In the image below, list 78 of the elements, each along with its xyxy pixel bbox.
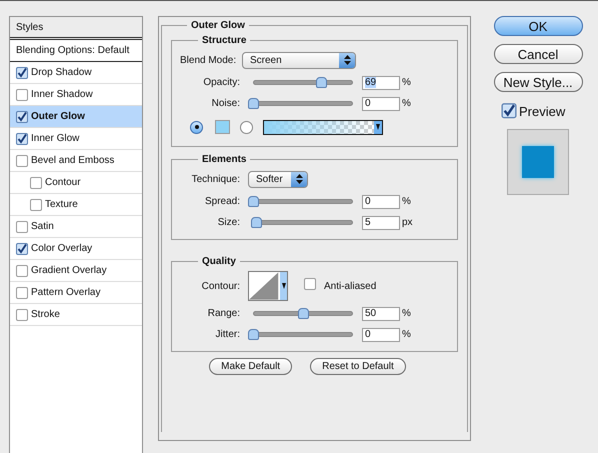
slider-thumb[interactable] xyxy=(250,217,262,228)
stepper-icon xyxy=(339,52,355,68)
checkbox[interactable] xyxy=(16,264,28,276)
contour-picker[interactable] xyxy=(248,271,288,301)
group-title: Quality xyxy=(201,255,237,269)
style-item[interactable]: Gradient Overlay xyxy=(10,260,142,282)
checkbox[interactable] xyxy=(16,220,28,232)
action-button[interactable]: Reset to Default xyxy=(310,358,406,375)
checkbox[interactable] xyxy=(16,66,28,78)
preview-swatch xyxy=(522,146,554,178)
style-item[interactable]: Contour xyxy=(10,172,142,194)
checkbox[interactable] xyxy=(16,308,28,320)
style-item[interactable]: Bevel and Emboss xyxy=(10,150,142,172)
dropdown[interactable]: Softer xyxy=(248,170,308,188)
field-label: Opacity: xyxy=(202,76,241,90)
caret-icon xyxy=(374,120,382,134)
unit-label: % xyxy=(402,195,411,209)
section-title: Outer Glow xyxy=(190,19,246,33)
number-field[interactable]: 50 xyxy=(362,306,400,320)
style-item[interactable]: Outer Glow xyxy=(10,106,142,128)
field-label: Blend Mode: xyxy=(180,54,238,68)
radio-button[interactable] xyxy=(190,120,203,134)
checkbox[interactable] xyxy=(16,242,28,254)
unit-label: % xyxy=(402,97,411,111)
field-label: Jitter: xyxy=(214,328,241,342)
field-label: Technique: xyxy=(190,172,241,186)
group-title: Elements xyxy=(201,153,248,167)
unit-label: % xyxy=(402,76,411,90)
style-item[interactable]: Blending Options: Default xyxy=(10,40,142,62)
gradient-picker[interactable] xyxy=(263,120,383,134)
checkbox[interactable] xyxy=(502,103,516,118)
radio-button[interactable] xyxy=(240,120,253,134)
action-button[interactable]: OK xyxy=(494,16,582,36)
unit-label: px xyxy=(402,216,413,230)
unit-label: % xyxy=(402,328,411,342)
slider-thumb[interactable] xyxy=(248,329,259,340)
action-button[interactable]: Cancel xyxy=(494,44,582,64)
style-item[interactable]: Pattern Overlay xyxy=(10,282,142,304)
style-item[interactable]: Satin xyxy=(10,216,142,238)
field-label: Range: xyxy=(206,307,241,321)
field-label: Noise: xyxy=(210,97,241,111)
slider-thumb[interactable] xyxy=(248,196,259,207)
panel-header: Styles xyxy=(10,17,142,40)
field-label: Spread: xyxy=(204,195,241,209)
field-label: Size: xyxy=(216,216,241,230)
slider-thumb[interactable] xyxy=(298,308,308,319)
stepper-icon xyxy=(291,172,307,186)
checkbox[interactable] xyxy=(30,198,42,210)
number-field[interactable]: 5 xyxy=(362,216,400,230)
style-item[interactable]: Color Overlay xyxy=(10,238,142,260)
checkbox[interactable] xyxy=(16,88,28,100)
checkbox-label: Preview xyxy=(519,103,566,122)
checkbox[interactable] xyxy=(16,286,28,298)
number-field[interactable]: 0 xyxy=(362,96,400,110)
checkbox[interactable] xyxy=(16,110,28,122)
caret-icon xyxy=(280,272,287,300)
slider-thumb[interactable] xyxy=(248,98,259,109)
style-item[interactable]: Stroke xyxy=(10,304,142,326)
number-field[interactable]: 69 xyxy=(362,76,400,90)
style-item[interactable]: Drop Shadow xyxy=(10,62,142,84)
checkbox[interactable] xyxy=(304,278,316,290)
unit-label: % xyxy=(402,307,411,321)
style-item[interactable]: Texture xyxy=(10,194,142,216)
field-label: Contour: xyxy=(200,280,241,294)
checkbox[interactable] xyxy=(16,132,28,144)
slider-thumb[interactable] xyxy=(316,77,328,88)
group-title: Structure xyxy=(201,34,248,48)
checkbox-label: Anti-aliased xyxy=(324,280,376,294)
contour-icon xyxy=(249,272,280,300)
checkbox[interactable] xyxy=(16,154,28,166)
checkbox[interactable] xyxy=(30,176,42,188)
number-field[interactable]: 0 xyxy=(362,328,400,342)
color-swatch[interactable] xyxy=(215,120,230,134)
dropdown[interactable]: Screen xyxy=(242,52,356,68)
number-field[interactable]: 0 xyxy=(362,194,400,208)
action-button[interactable]: New Style... xyxy=(494,72,582,92)
style-item[interactable]: Inner Glow xyxy=(10,128,142,150)
action-button[interactable]: Make Default xyxy=(209,358,292,375)
